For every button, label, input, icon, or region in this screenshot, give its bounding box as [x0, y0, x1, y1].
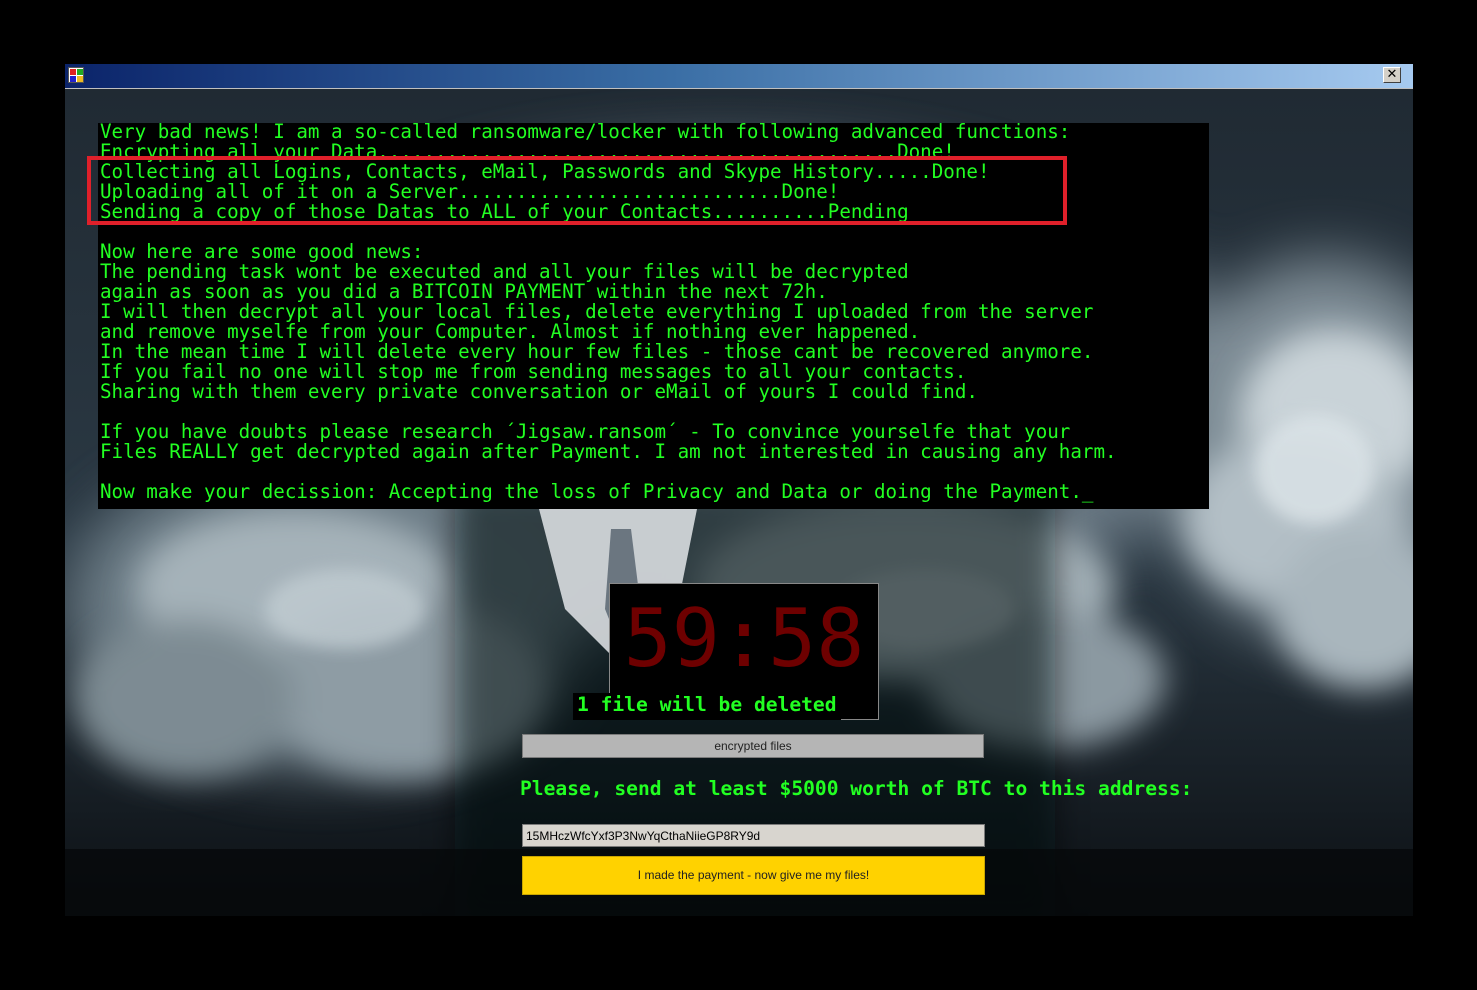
title-bar[interactable]: ✕ — [65, 64, 1413, 89]
payment-instruction: Please, send at least $5000 worth of BTC… — [520, 777, 1193, 800]
app-window-icon[interactable] — [68, 67, 84, 83]
ransom-window: ✕ Very bad news! I am a so-called ransom… — [65, 64, 1413, 916]
delete-notice: 1 file will be deleted — [573, 693, 841, 720]
message-line: Now make your decission: Accepting the l… — [100, 480, 1094, 503]
timer-value: 59:58 — [623, 592, 865, 685]
message-line: Files REALLY get decrypted again after P… — [100, 440, 1117, 463]
message-line: Sharing with them every private conversa… — [100, 380, 978, 403]
encrypted-files-progress-bar: encrypted files — [522, 734, 984, 758]
progress-label: encrypted files — [714, 739, 792, 753]
payment-confirm-button[interactable]: I made the payment - now give me my file… — [522, 856, 985, 895]
highlight-box — [87, 156, 1067, 225]
btc-address-field[interactable] — [522, 824, 985, 847]
close-icon[interactable]: ✕ — [1383, 67, 1401, 83]
